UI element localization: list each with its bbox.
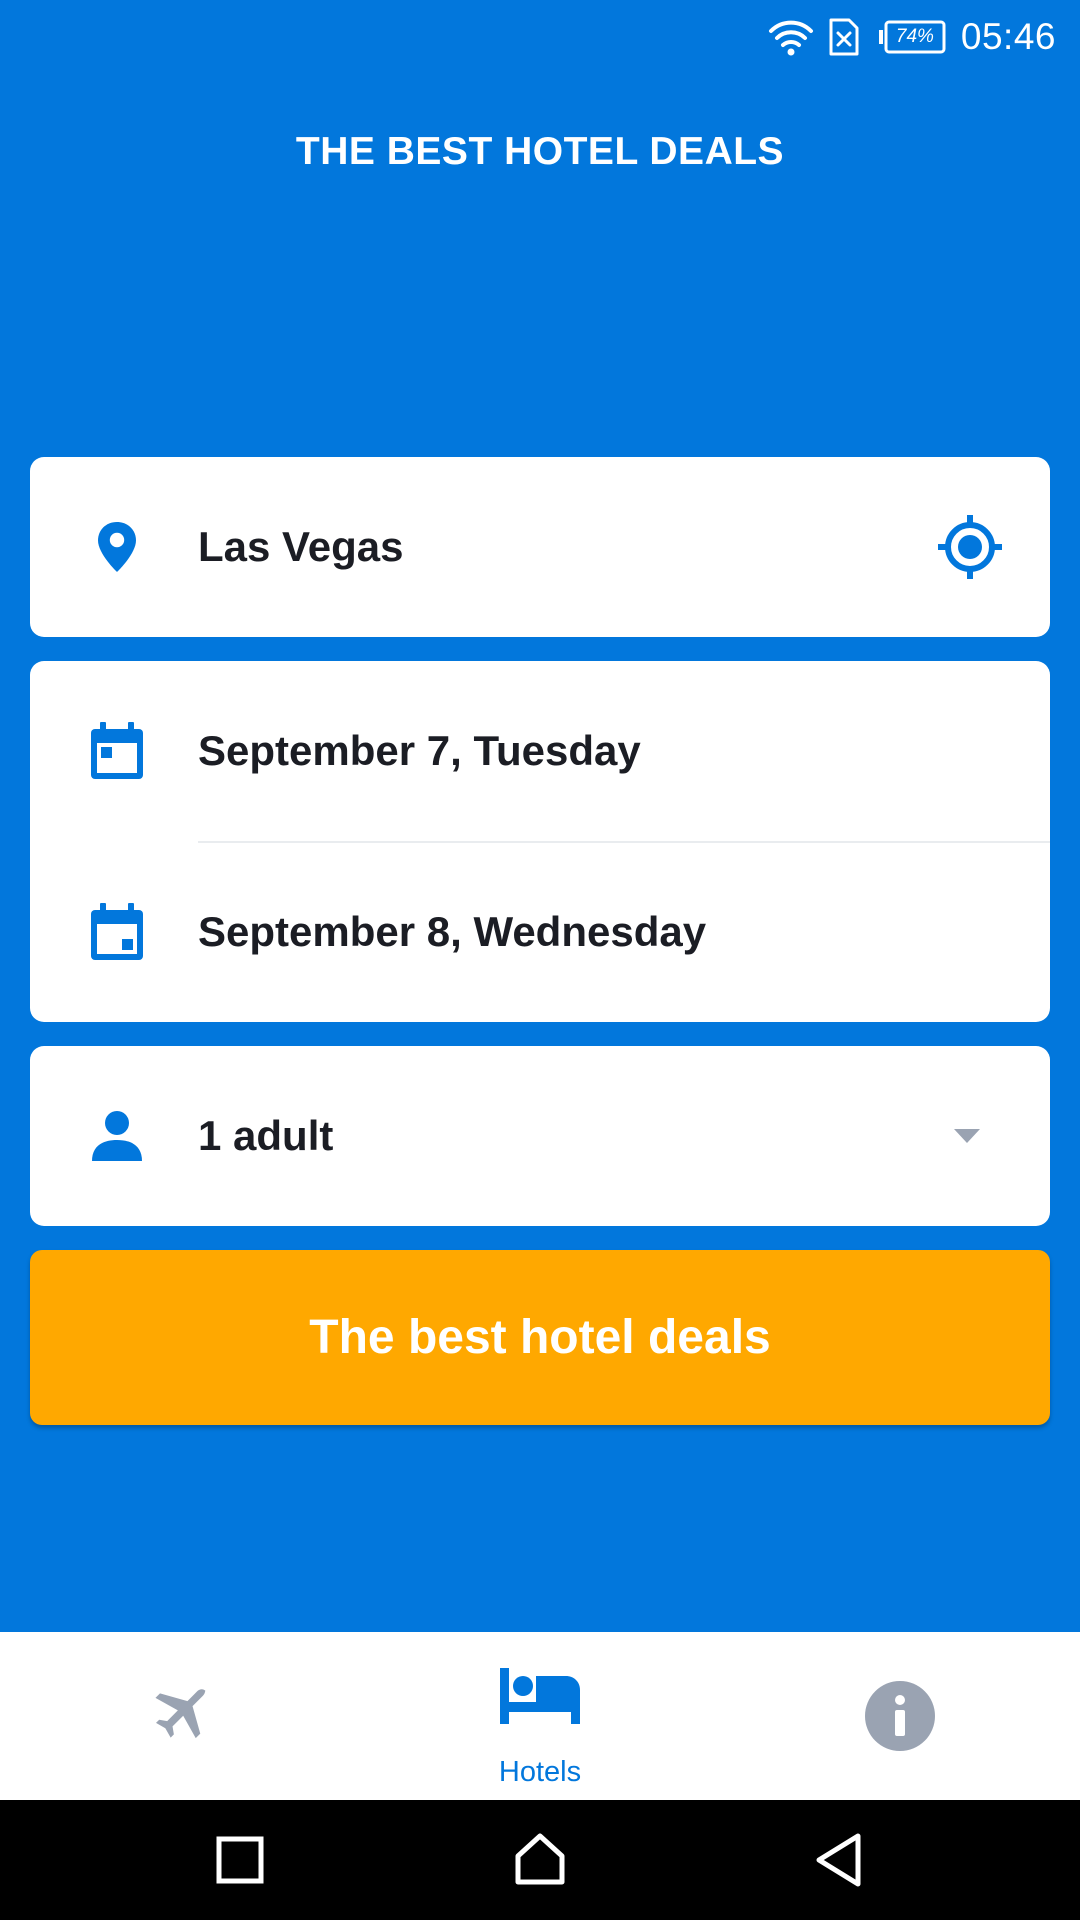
calendar-checkout-icon bbox=[82, 897, 152, 967]
guests-card[interactable]: 1 adult bbox=[30, 1046, 1050, 1226]
battery-percent: 74% bbox=[895, 26, 934, 47]
back-button[interactable] bbox=[814, 1832, 864, 1893]
system-nav-bar bbox=[0, 1800, 1080, 1920]
page-title: THE BEST HOTEL DEALS bbox=[295, 130, 785, 173]
destination-card[interactable]: Las Vegas bbox=[30, 457, 1050, 637]
dropdown-arrow-icon[interactable] bbox=[954, 1129, 980, 1143]
tab-info[interactable] bbox=[720, 1632, 1080, 1800]
tab-flights[interactable] bbox=[0, 1632, 360, 1800]
current-location-icon[interactable] bbox=[936, 513, 1004, 581]
tab-hotels[interactable]: Hotels bbox=[360, 1632, 720, 1800]
guests-selector[interactable]: 1 adult bbox=[30, 1046, 1050, 1226]
status-bar: 74% 05:46 bbox=[0, 0, 1080, 72]
status-icons: 74% 05:46 bbox=[767, 12, 1056, 62]
info-icon bbox=[864, 1680, 936, 1757]
location-pin-icon bbox=[82, 512, 152, 582]
recents-button[interactable] bbox=[216, 1836, 264, 1889]
person-icon bbox=[82, 1101, 152, 1171]
no-sim-icon bbox=[827, 17, 861, 57]
battery-icon: 74% bbox=[878, 20, 947, 54]
wifi-icon bbox=[767, 17, 815, 57]
check-in-field[interactable]: September 7, Tuesday bbox=[30, 661, 1050, 841]
destination-value: Las Vegas bbox=[198, 523, 404, 570]
airplane-icon bbox=[148, 1684, 212, 1753]
bed-icon bbox=[500, 1668, 580, 1729]
destination-field[interactable]: Las Vegas bbox=[30, 457, 1050, 637]
check-out-date: September 8, Wednesday bbox=[198, 908, 707, 955]
guests-value: 1 adult bbox=[198, 1112, 334, 1159]
bottom-nav: Hotels bbox=[0, 1632, 1080, 1800]
dates-card: September 7, Tuesday September 8, Wednes… bbox=[30, 661, 1050, 1022]
tab-hotels-label: Hotels bbox=[498, 1756, 582, 1788]
calendar-checkin-icon bbox=[82, 716, 152, 786]
check-in-date: September 7, Tuesday bbox=[198, 727, 641, 774]
check-out-field[interactable]: September 8, Wednesday bbox=[30, 842, 1050, 1022]
home-button[interactable] bbox=[514, 1832, 566, 1891]
clock: 05:46 bbox=[960, 16, 1056, 57]
search-deals-button[interactable]: The best hotel deals bbox=[30, 1250, 1050, 1425]
